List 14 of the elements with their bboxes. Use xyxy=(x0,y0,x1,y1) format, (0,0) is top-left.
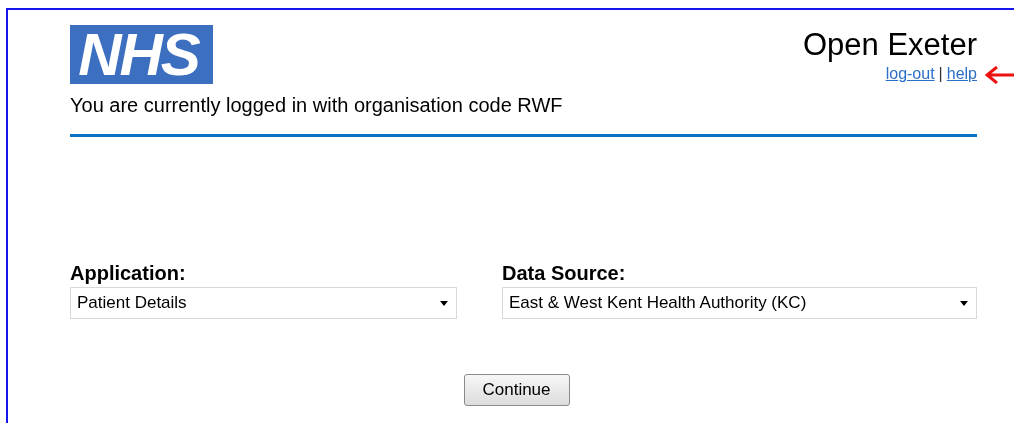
logout-link[interactable]: log-out xyxy=(885,65,935,83)
continue-button[interactable]: Continue xyxy=(463,374,570,406)
caret-icon xyxy=(960,300,968,306)
site-title: Open Exeter xyxy=(802,27,977,63)
dropdown-field[interactable]: Patient Details xyxy=(70,287,457,319)
arrow-icon xyxy=(985,66,1014,84)
link-separator: | xyxy=(938,65,943,83)
logo: NHS xyxy=(70,25,213,84)
help-link[interactable]: help xyxy=(946,65,977,83)
dropdown-field[interactable]: East & West Kent Health Authority (KC) xyxy=(502,287,977,319)
field-label: Application: xyxy=(70,261,187,285)
login-message: You are currently logged in with organisation code RWF xyxy=(70,93,564,117)
field-label: Data Source: xyxy=(502,261,627,285)
caret-icon xyxy=(440,300,448,306)
